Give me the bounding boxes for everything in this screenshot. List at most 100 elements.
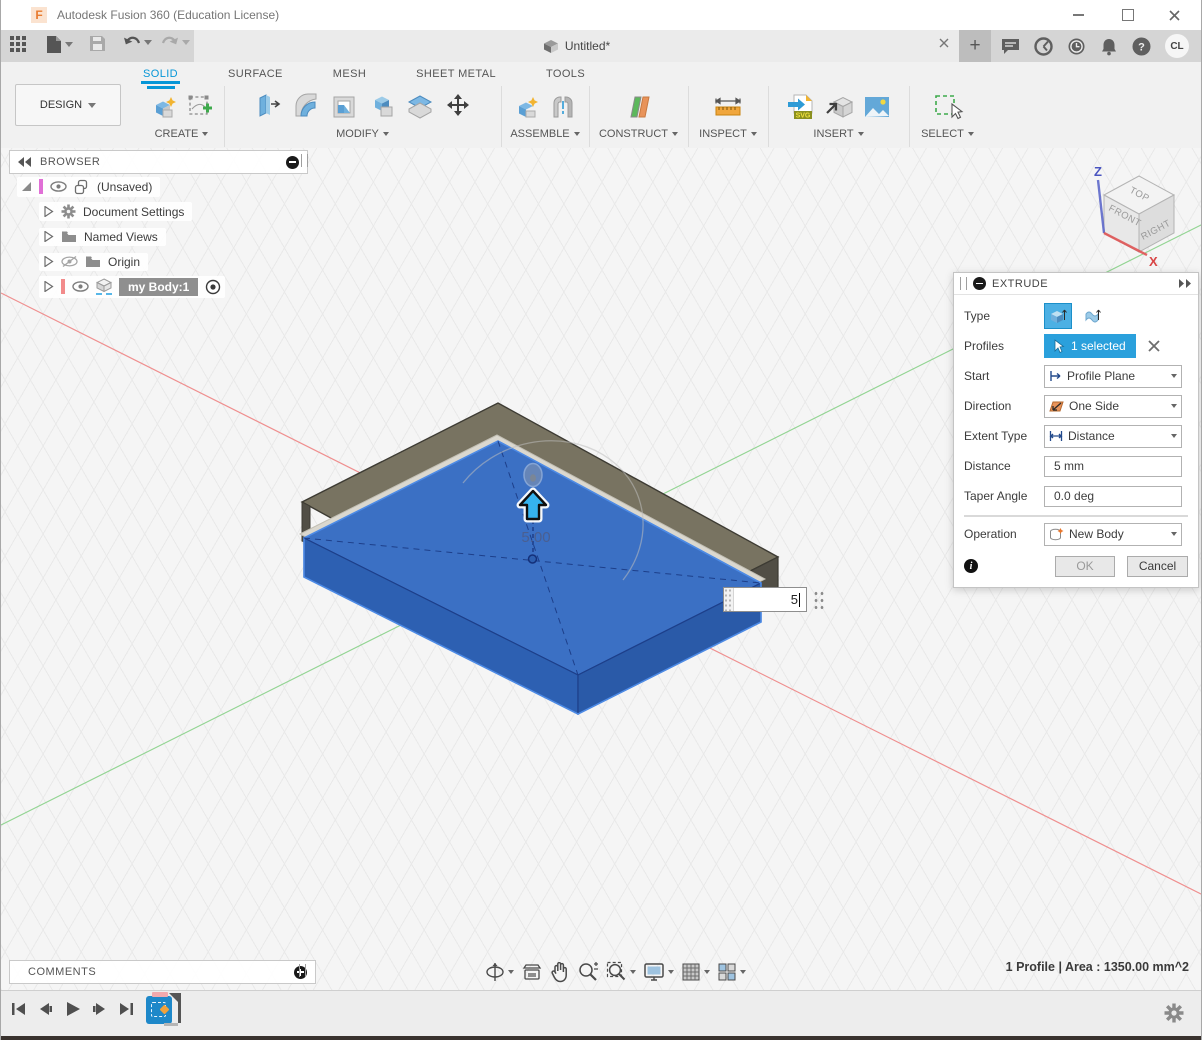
comments-bar[interactable]: COMMENTS <box>9 960 316 984</box>
extensions-icon[interactable] <box>1034 37 1053 56</box>
tab-close-button[interactable] <box>939 38 949 48</box>
viewports-button[interactable] <box>717 962 746 983</box>
minimize-button[interactable] <box>1063 6 1093 24</box>
collapse-browser-icon[interactable] <box>18 157 32 167</box>
joint-icon[interactable] <box>550 93 576 121</box>
group-assemble-label[interactable]: ASSEMBLE <box>510 128 569 140</box>
save-button[interactable] <box>89 35 106 52</box>
clear-selection-icon[interactable] <box>1148 340 1160 352</box>
expand-icon[interactable] <box>43 231 54 242</box>
group-inspect-label[interactable]: INSPECT <box>699 128 747 140</box>
distance-inline-value[interactable]: 5 <box>791 592 798 607</box>
browser-collapse-circle-icon[interactable] <box>286 156 299 169</box>
construct-plane-icon[interactable] <box>624 92 654 122</box>
tab-tools[interactable]: TOOLS <box>544 64 587 84</box>
display-settings-button[interactable] <box>643 962 674 983</box>
activate-target-icon[interactable] <box>205 279 221 295</box>
tree-item-label[interactable]: Document Settings <box>83 205 184 219</box>
info-icon[interactable]: i <box>964 559 978 573</box>
taper-input[interactable]: 0.0 deg <box>1044 486 1182 507</box>
value-scrubber[interactable] <box>724 588 734 611</box>
browser-panel-header[interactable]: BROWSER <box>9 150 308 174</box>
start-select[interactable]: Profile Plane <box>1044 365 1182 388</box>
pan-button[interactable] <box>550 962 570 983</box>
combine-icon[interactable] <box>367 92 397 122</box>
app-grid-button[interactable] <box>9 35 27 53</box>
viewport[interactable]: 5.00 TOP FRONT RIGHT Z X BROWSER <box>1 148 1202 990</box>
tree-item-label[interactable]: Named Views <box>84 230 158 244</box>
comments-icon[interactable] <box>1001 38 1020 55</box>
measure-icon[interactable] <box>712 93 744 121</box>
step-forward-icon[interactable] <box>92 1002 107 1016</box>
extent-select[interactable]: Distance <box>1044 425 1182 448</box>
fit-caret[interactable] <box>630 970 636 974</box>
user-avatar[interactable]: CL <box>1165 34 1189 58</box>
help-icon[interactable]: ? <box>1132 37 1151 56</box>
play-icon[interactable] <box>65 1001 80 1017</box>
comments-resize-grip[interactable] <box>299 964 306 977</box>
expand-collapse-icon[interactable] <box>21 181 32 192</box>
go-to-start-icon[interactable] <box>11 1002 26 1016</box>
fillet-icon[interactable] <box>291 92 321 122</box>
create-sketch-icon[interactable] <box>186 93 214 121</box>
tab-mesh[interactable]: MESH <box>331 64 368 84</box>
expand-icon[interactable] <box>43 256 54 267</box>
visibility-eye-icon[interactable] <box>50 181 67 192</box>
group-insert-label[interactable]: INSERT <box>813 128 853 140</box>
timeline-settings-gear-icon[interactable] <box>1163 1002 1185 1024</box>
notifications-bell-icon[interactable] <box>1100 37 1118 56</box>
extrude-type-thin-button[interactable] <box>1078 303 1106 329</box>
expand-icon[interactable] <box>43 206 54 217</box>
tab-sheet-metal[interactable]: SHEET METAL <box>414 64 498 84</box>
zoom-button[interactable] <box>577 961 599 983</box>
group-modify-label[interactable]: MODIFY <box>336 128 379 140</box>
new-component-icon[interactable] <box>150 93 178 121</box>
tree-item-label[interactable]: Origin <box>108 255 140 269</box>
extrude-type-solid-button[interactable] <box>1044 303 1072 329</box>
offset-face-icon[interactable] <box>405 92 435 122</box>
tree-item-label[interactable]: my Body:1 <box>119 278 198 296</box>
group-create-label[interactable]: CREATE <box>155 128 199 140</box>
close-button[interactable] <box>1159 6 1189 24</box>
canvas-image-icon[interactable] <box>862 92 892 122</box>
direction-select[interactable]: One Side <box>1044 395 1182 418</box>
look-at-button[interactable] <box>521 962 543 982</box>
step-back-icon[interactable] <box>38 1002 53 1016</box>
orbit-caret[interactable] <box>508 970 514 974</box>
tab-solid[interactable]: SOLID <box>141 64 180 84</box>
file-menu-button[interactable] <box>46 35 73 54</box>
shell-icon[interactable] <box>329 92 359 122</box>
document-tab[interactable]: Untitled* <box>194 30 959 62</box>
view-cube[interactable]: TOP FRONT RIGHT Z X <box>1094 164 1174 269</box>
tree-item-named-views[interactable]: Named Views <box>39 226 225 247</box>
distance-inline-input[interactable]: 5 <box>723 587 807 612</box>
timeline-position-marker[interactable] <box>169 993 181 1029</box>
tree-item-origin[interactable]: Origin <box>39 251 225 272</box>
move-copy-icon[interactable] <box>443 92 473 122</box>
browser-resize-grip[interactable] <box>301 154 308 167</box>
tree-item-document-settings[interactable]: Document Settings <box>39 201 225 222</box>
tab-surface[interactable]: SURFACE <box>226 64 285 84</box>
tree-item-label[interactable]: (Unsaved) <box>97 180 152 194</box>
input-drag-handle-icon[interactable] <box>812 589 824 609</box>
tree-item-my-body[interactable]: my Body:1 <box>39 276 225 297</box>
distance-input[interactable]: 5 mm <box>1044 456 1182 477</box>
visibility-eye-icon[interactable] <box>72 281 89 292</box>
extrude-dialog-header[interactable]: EXTRUDE <box>954 273 1198 295</box>
job-status-clock-icon[interactable] <box>1067 37 1086 56</box>
grid-snap-button[interactable] <box>681 962 710 983</box>
undo-button[interactable] <box>123 35 152 50</box>
insert-svg-icon[interactable]: SVG <box>786 92 816 122</box>
group-select-label[interactable]: SELECT <box>921 128 964 140</box>
insert-mesh-icon[interactable] <box>824 92 854 122</box>
group-construct-label[interactable]: CONSTRUCT <box>599 128 668 140</box>
design-workspace-selector[interactable]: DESIGN <box>15 84 121 126</box>
select-icon[interactable] <box>932 92 964 122</box>
operation-select[interactable]: New Body <box>1044 523 1182 546</box>
profiles-selected-button[interactable]: 1 selected <box>1044 334 1136 358</box>
fit-button[interactable] <box>606 961 636 983</box>
orbit-button[interactable] <box>484 961 514 983</box>
go-to-end-icon[interactable] <box>119 1002 134 1016</box>
tree-item-root[interactable]: (Unsaved) <box>17 176 225 197</box>
viewports-caret[interactable] <box>740 970 746 974</box>
